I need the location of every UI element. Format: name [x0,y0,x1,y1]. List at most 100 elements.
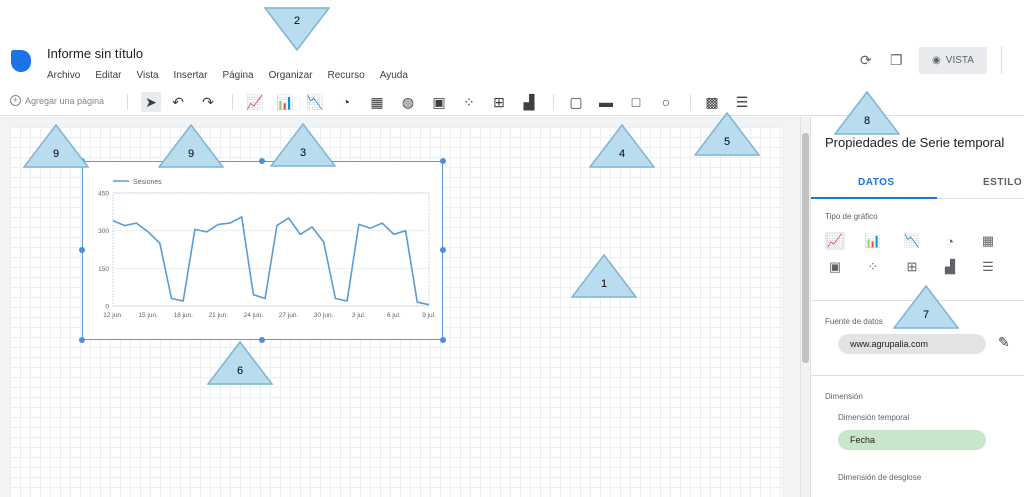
edit-pencil-icon[interactable]: ✎ [998,334,1010,351]
callout-marker: 6 [207,341,273,385]
select-pointer-icon[interactable]: ➤ [141,92,161,112]
callout-number: 7 [922,309,930,321]
x-tick-label: 18 jun. [173,312,193,319]
time-series-chart-icon[interactable]: 📈 [245,92,265,112]
breakdown-dimension-label: Dimensión de desglose [838,473,922,482]
resize-handle[interactable] [440,158,446,164]
pie-type-icon[interactable]: ◔ [940,232,960,250]
time-series-chart[interactable]: Sesiones 0 150 300 450 12 jun. 15 jun. 18 jun. 2… [82,161,443,340]
time-dimension-chip[interactable]: Fecha [838,430,986,450]
header-divider [1001,46,1002,74]
undo-icon[interactable]: ↶ [168,92,188,112]
x-tick-label: 6 jul. [387,312,401,319]
scorecard-icon[interactable]: ▣ [429,92,449,112]
app-header: Informe sin título Archivo Editar Vista … [0,0,1024,88]
bar-type-icon[interactable]: 📊 [863,232,883,250]
rectangle-tool-icon[interactable]: □ [626,92,646,112]
bullet-chart-icon[interactable]: ⊞ [489,92,509,112]
callout-marker: 3 [270,123,336,167]
menu-ayuda[interactable]: Ayuda [380,70,408,81]
add-page-label: Agregar una página [25,95,105,106]
resize-handle[interactable] [79,337,85,343]
active-tab-indicator [811,197,937,199]
image-tool-icon[interactable]: ▬ [596,92,616,112]
y-tick-label: 450 [98,191,109,198]
bar-chart-icon[interactable]: 📊 [275,92,295,112]
circle-tool-icon[interactable]: ○ [656,92,676,112]
view-button[interactable]: ◉ VISTA [919,47,987,74]
resize-handle[interactable] [259,158,265,164]
text-tool-icon[interactable]: ▢ [566,92,586,112]
tab-datos[interactable]: DATOS [858,177,895,188]
scatter-chart-icon[interactable]: ⁘ [459,92,479,112]
callout-marker: 9 [158,124,224,168]
chart-type-label: Tipo de gráfico [825,212,878,221]
date-range-icon[interactable]: ▩ [702,92,722,112]
time-series-type-icon[interactable]: 📈 [825,232,845,250]
menu-vista[interactable]: Vista [136,70,158,81]
series-line-sesiones [112,216,430,306]
callout-marker: 5 [694,112,760,156]
callout-number: 3 [299,147,307,159]
menu-editar[interactable]: Editar [95,70,121,81]
callout-number: 6 [236,365,244,377]
callout-number: 2 [293,15,301,27]
callout-marker: 9 [23,124,89,168]
legend-label: Sesiones [133,179,162,186]
resize-handle[interactable] [440,247,446,253]
menu-organizar[interactable]: Organizar [269,70,313,81]
callout-number: 5 [723,136,731,148]
pie-chart-icon[interactable]: ◔ [336,92,356,112]
redo-icon[interactable]: ↷ [198,92,218,112]
eye-icon: ◉ [932,55,941,66]
callout-marker: 7 [893,285,959,329]
add-icon: + [10,95,21,106]
report-title[interactable]: Informe sin título [47,46,143,61]
dimension-label: Dimensión [825,392,863,401]
menu-archivo[interactable]: Archivo [47,70,80,81]
refresh-icon[interactable]: ⟳ [860,52,872,69]
canvas-scrollbar[interactable] [800,117,810,497]
toolbar-divider [690,94,691,110]
geo-map-icon[interactable]: ◍ [398,92,418,112]
callout-number: 4 [618,148,626,160]
callout-number: 8 [863,115,871,127]
toolbar-divider [232,94,233,110]
x-tick-label: 24 jun. [244,312,264,319]
scatter-type-icon[interactable]: ⁘ [863,258,883,276]
combo-chart-icon[interactable]: 📉 [305,92,325,112]
add-page-button[interactable]: + Agregar una página [10,95,104,106]
x-tick-label: 12 jun. [103,312,123,319]
panel-title: Propiedades de Serie temporal [825,135,1005,150]
menu-pagina[interactable]: Página [222,70,253,81]
resize-handle[interactable] [79,247,85,253]
callout-marker: 1 [571,254,637,298]
x-tick-label: 30 jun. [314,312,334,319]
menu-insertar[interactable]: Insertar [174,70,208,81]
y-tick-label: 150 [98,266,109,273]
scorecard-type-icon[interactable]: ▣ [825,258,845,276]
bullet-type-icon[interactable]: ⊞ [902,258,922,276]
menu-recurso[interactable]: Recurso [328,70,365,81]
filter-control-icon[interactable]: ☰ [732,92,752,112]
tab-estilo[interactable]: ESTILO [983,177,1022,188]
area-type-icon[interactable]: ▟ [940,258,960,276]
chart-svg: Sesiones 0 150 300 450 12 jun. 15 jun. 18 jun. 2… [98,179,436,319]
callout-marker: 4 [589,124,655,168]
combo-type-icon[interactable]: 📉 [902,232,922,250]
callout-number: 1 [600,278,608,290]
table-type-icon[interactable]: ▦ [978,232,998,250]
resize-handle[interactable] [440,337,446,343]
toolbar-divider [127,94,128,110]
y-tick-label: 0 [105,304,109,311]
x-tick-label: 9 jul. [422,312,436,319]
filter-type-icon[interactable]: ☰ [978,258,998,276]
table-icon[interactable]: ▦ [367,92,387,112]
x-tick-label: 21 jun. [209,312,229,319]
scrollbar-thumb[interactable] [802,133,809,363]
time-dimension-label: Dimensión temporal [838,413,910,422]
area-chart-icon[interactable]: ▟ [519,92,539,112]
copy-icon[interactable]: ❐ [890,52,903,69]
toolbar-divider [553,94,554,110]
data-source-chip[interactable]: www.agrupalia.com [838,334,986,354]
